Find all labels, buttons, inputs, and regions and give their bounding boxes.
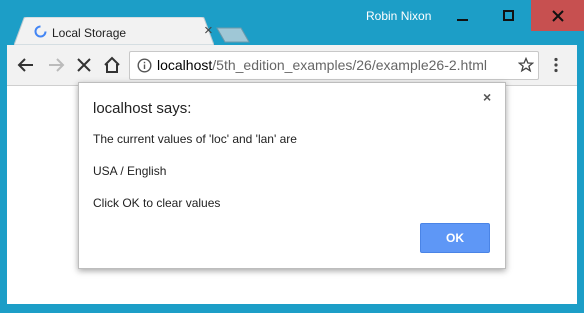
maximize-icon <box>502 9 514 21</box>
tab-title: Local Storage <box>52 26 127 40</box>
info-icon[interactable] <box>137 58 152 73</box>
home-icon[interactable] <box>103 56 121 74</box>
title-bar[interactable]: Robin Nixon Local Storage × <box>0 0 584 45</box>
menu-icon[interactable] <box>553 57 559 73</box>
close-icon <box>551 9 564 22</box>
dialog-close-button[interactable]: × <box>483 89 491 105</box>
profile-name[interactable]: Robin Nixon <box>366 9 431 23</box>
dialog-message-line: The current values of 'loc' and 'lan' ar… <box>93 132 297 146</box>
url-text[interactable]: localhost/5th_edition_examples/26/exampl… <box>157 57 487 73</box>
browser-window: Robin Nixon Local Storage × localhost/5t… <box>0 0 584 313</box>
url-path: /5th_edition_examples/26/example26-2.htm… <box>212 57 487 73</box>
maximize-button[interactable] <box>486 0 531 31</box>
star-icon[interactable] <box>518 57 534 73</box>
dialog-message-line: USA / English <box>93 164 167 178</box>
browser-toolbar: localhost/5th_edition_examples/26/exampl… <box>7 45 577 86</box>
close-window-button[interactable] <box>531 0 584 31</box>
tab-local-storage[interactable]: Local Storage × <box>14 17 214 45</box>
dialog-title: localhost says: <box>93 100 192 117</box>
minimize-button[interactable] <box>440 0 485 31</box>
minimize-icon <box>456 18 468 21</box>
new-tab-button[interactable] <box>216 27 250 43</box>
forward-icon[interactable] <box>47 56 65 74</box>
spinner-icon <box>34 25 47 38</box>
stop-icon[interactable] <box>75 56 93 74</box>
ok-button[interactable]: OK <box>420 223 490 253</box>
back-icon[interactable] <box>17 56 35 74</box>
dialog-message-line: Click OK to clear values <box>93 196 221 210</box>
url-host: localhost <box>157 57 213 73</box>
address-bar[interactable]: localhost/5th_edition_examples/26/exampl… <box>129 51 539 80</box>
tab-close-button[interactable]: × <box>204 23 213 38</box>
alert-dialog: localhost says: × The current values of … <box>78 82 506 269</box>
